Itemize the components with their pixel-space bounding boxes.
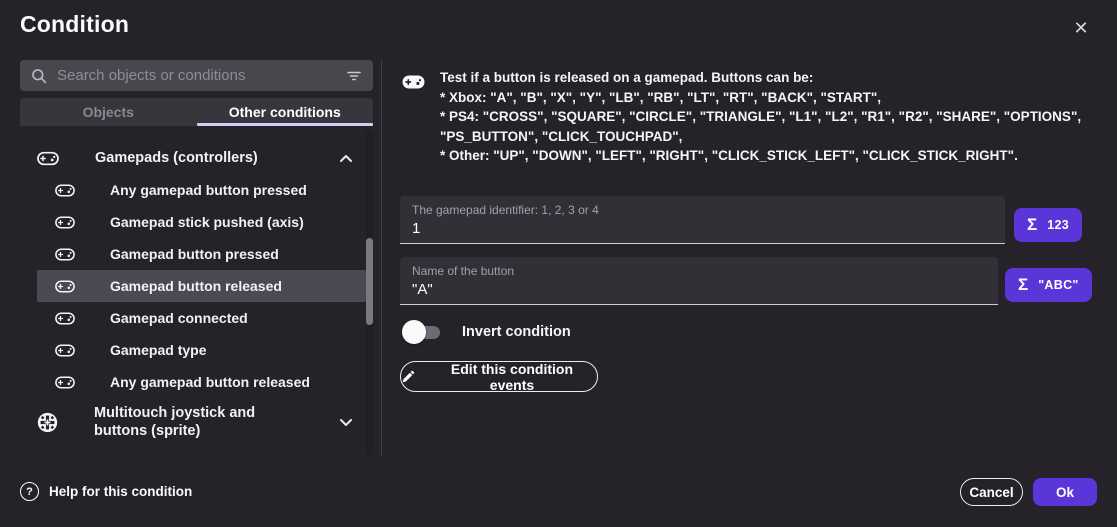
tab-objects[interactable]: Objects [20, 98, 197, 126]
sidebar-scrollbar-thumb[interactable] [366, 238, 373, 325]
list-item-label: Any gamepad button pressed [110, 182, 307, 198]
list-item-selected[interactable]: Gamepad button released [37, 270, 366, 302]
tab-bar: Objects Other conditions [20, 98, 373, 126]
tab-other-conditions[interactable]: Other conditions [197, 98, 374, 126]
close-icon: ✕ [1073, 18, 1088, 38]
list-item[interactable]: Any gamepad button pressed [37, 174, 366, 206]
filter-icon[interactable] [346, 68, 362, 84]
search-box[interactable] [20, 60, 373, 91]
expression-editor-button-number[interactable]: Σ 123 [1014, 208, 1082, 242]
expression-type-label: 123 [1047, 218, 1069, 232]
group-gamepads[interactable]: Gamepads (controllers) [37, 142, 366, 174]
expression-editor-button-string[interactable]: Σ "ABC" [1005, 268, 1092, 302]
gamepad-identifier-field[interactable]: The gamepad identifier: 1, 2, 3 or 4 [400, 196, 1005, 244]
help-label: Help for this condition [49, 484, 192, 499]
gamepad-identifier-input[interactable] [412, 220, 993, 237]
gamepad-icon [55, 312, 75, 325]
list-item[interactable]: Gamepad stick pushed (axis) [37, 206, 366, 238]
close-button[interactable]: ✕ [1068, 15, 1094, 41]
pencil-icon [401, 370, 415, 384]
page-title: Condition [20, 11, 129, 38]
list-item[interactable]: Gamepad type [37, 334, 366, 366]
search-icon [31, 68, 47, 84]
gamepad-icon [55, 184, 75, 197]
gamepad-icon [55, 376, 75, 389]
gamepad-icon [55, 216, 75, 229]
list-item-label: Gamepad stick pushed (axis) [110, 214, 304, 230]
sigma-icon: Σ [1018, 275, 1028, 295]
expression-type-label: "ABC" [1038, 278, 1078, 292]
list-item-label: Gamepad button released [110, 278, 282, 294]
invert-condition-toggle[interactable] [402, 320, 440, 344]
group-label: Multitouch joystick and buttons (sprite) [94, 404, 306, 440]
chevron-up-icon[interactable] [339, 154, 353, 163]
help-icon: ? [20, 482, 39, 501]
help-link[interactable]: ? Help for this condition [20, 482, 192, 501]
list-item[interactable]: Any gamepad button released [37, 366, 366, 398]
condition-description: Test if a button is released on a gamepa… [440, 68, 1112, 166]
gamepad-icon [55, 344, 75, 357]
cancel-button[interactable]: Cancel [960, 478, 1023, 506]
panel-divider [381, 60, 382, 456]
toggle-knob [402, 320, 426, 344]
list-item[interactable]: Gamepad connected [37, 302, 366, 334]
button-name-field[interactable]: Name of the button [400, 257, 998, 305]
field-label: The gamepad identifier: 1, 2, 3 or 4 [412, 203, 993, 217]
gamepad-icon [55, 280, 75, 293]
tab-label: Objects [83, 104, 134, 120]
sigma-icon: Σ [1027, 215, 1037, 235]
invert-condition-label: Invert condition [462, 324, 571, 340]
gamepad-icon [55, 248, 75, 261]
list-item-label: Gamepad connected [110, 310, 248, 326]
condition-dialog: Condition ✕ Objects Other conditions Gam… [0, 0, 1117, 527]
conditions-list: Gamepads (controllers) Any gamepad butto… [37, 142, 366, 446]
button-name-input[interactable] [412, 281, 986, 298]
edit-condition-events-button[interactable]: Edit this condition events [400, 361, 598, 392]
gamepad-icon [402, 74, 425, 90]
edit-button-label: Edit this condition events [427, 361, 597, 393]
list-item-label: Gamepad type [110, 342, 206, 358]
gamepad-icon [37, 151, 59, 166]
active-tab-indicator [197, 123, 374, 126]
list-item[interactable]: Gamepad button pressed [37, 238, 366, 270]
list-item-label: Gamepad button pressed [110, 246, 279, 262]
list-item-label: Any gamepad button released [110, 374, 310, 390]
multitouch-joystick-icon [37, 412, 58, 433]
field-label: Name of the button [412, 264, 986, 278]
search-input[interactable] [57, 67, 346, 84]
group-label: Gamepads (controllers) [95, 150, 258, 166]
tab-label: Other conditions [229, 104, 341, 120]
chevron-down-icon[interactable] [339, 418, 353, 427]
group-multitouch[interactable]: Multitouch joystick and buttons (sprite) [37, 398, 366, 446]
ok-button[interactable]: Ok [1033, 478, 1097, 506]
